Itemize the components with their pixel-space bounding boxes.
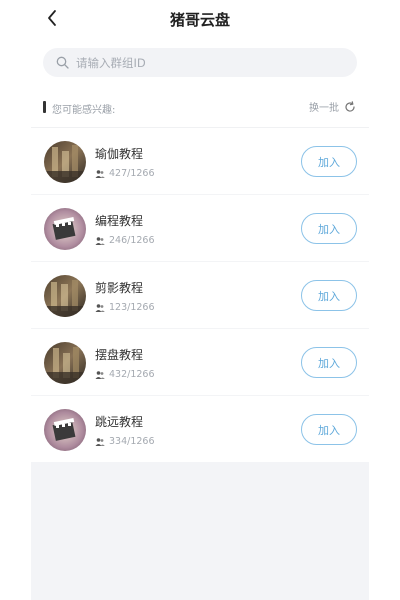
group-name: 瑜伽教程 — [95, 147, 144, 161]
list-item[interactable]: 编程教程 246/1266 加入 — [31, 195, 369, 262]
refresh-button[interactable]: 换一批 — [309, 99, 356, 114]
avatar — [44, 141, 86, 183]
join-button[interactable]: 加入 — [301, 146, 357, 177]
members-icon — [95, 370, 105, 379]
list-item[interactable]: 跳远教程 334/1266 加入 — [31, 396, 369, 463]
group-name: 剪影教程 — [95, 281, 144, 295]
list-item[interactable]: 摆盘教程 432/1266 加入 — [31, 329, 369, 396]
member-count: 334/1266 — [109, 436, 155, 447]
avatar — [44, 342, 86, 384]
join-button[interactable]: 加入 — [301, 213, 357, 244]
empty-area — [31, 462, 369, 600]
member-count: 246/1266 — [109, 235, 155, 246]
search-icon — [56, 56, 70, 70]
group-list: 瑜伽教程 427/1266 加入 编程教程 246/1266 加入 剪影教程 1… — [31, 128, 369, 463]
join-button[interactable]: 加入 — [301, 280, 357, 311]
group-name: 跳远教程 — [95, 415, 144, 429]
member-count: 432/1266 — [109, 369, 155, 380]
header: 猪哥云盘 — [31, 0, 369, 40]
member-row: 334/1266 — [95, 436, 155, 447]
join-button[interactable]: 加入 — [301, 347, 357, 378]
refresh-icon — [345, 100, 355, 112]
member-row: 246/1266 — [95, 235, 155, 246]
refresh-label: 换一批 — [309, 103, 339, 114]
member-count: 123/1266 — [109, 302, 155, 313]
members-icon — [95, 303, 105, 312]
members-icon — [95, 169, 105, 178]
app-screen: 猪哥云盘 您可能感兴趣: 换一批 — [31, 0, 369, 600]
list-item[interactable]: 剪影教程 123/1266 加入 — [31, 262, 369, 329]
members-icon — [95, 437, 105, 446]
search-bar[interactable] — [43, 48, 357, 77]
section-title: 您可能感兴趣: — [52, 105, 116, 116]
member-count: 427/1266 — [109, 168, 155, 179]
search-input[interactable] — [76, 55, 326, 70]
page-title: 猪哥云盘 — [169, 11, 230, 29]
avatar — [44, 409, 86, 451]
member-row: 427/1266 — [95, 168, 155, 179]
list-item[interactable]: 瑜伽教程 427/1266 加入 — [31, 128, 369, 195]
group-name: 编程教程 — [95, 214, 144, 228]
avatar — [44, 275, 86, 317]
avatar — [44, 208, 86, 250]
section-marker — [43, 101, 46, 113]
member-row: 432/1266 — [95, 369, 155, 380]
member-row: 123/1266 — [95, 302, 155, 313]
members-icon — [95, 236, 105, 245]
join-button[interactable]: 加入 — [301, 414, 357, 445]
group-name: 摆盘教程 — [95, 348, 144, 362]
